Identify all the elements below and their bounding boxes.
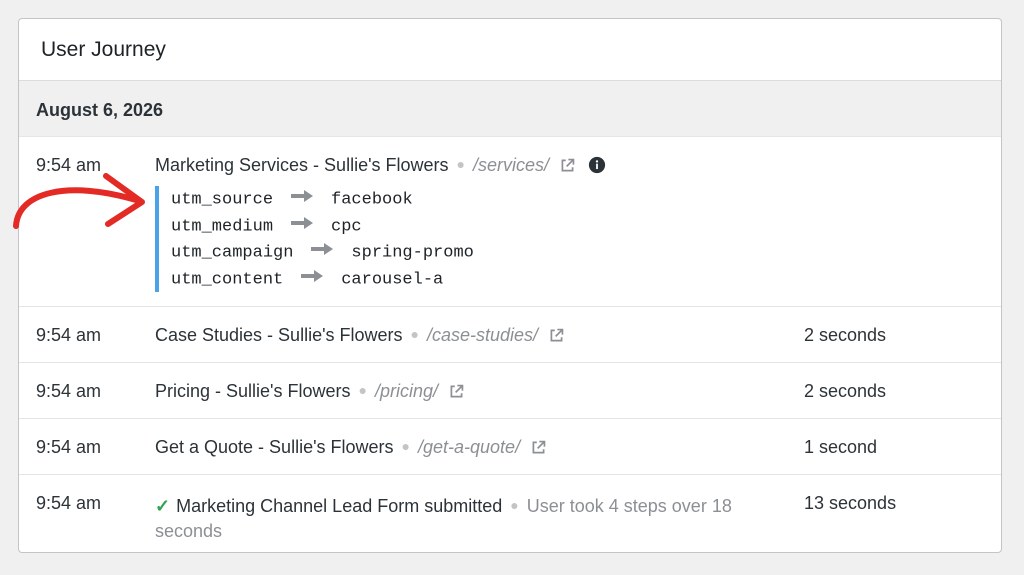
utm-key: utm_content <box>171 270 284 290</box>
utm-value: carousel-a <box>341 270 444 290</box>
submission-line: ✓ Marketing Channel Lead Form submitted ● U… <box>155 493 785 544</box>
step-time: 9:54 am <box>36 493 102 513</box>
journey-row: 9:54 am Marketing Services - Sullie's Fl… <box>19 137 1001 307</box>
step-duration: 2 seconds <box>804 325 887 345</box>
external-link-icon[interactable] <box>530 439 547 461</box>
step-title-line: Case Studies - Sullie's Flowers ● /case-st… <box>155 325 565 349</box>
separator-dot: ● <box>510 497 519 513</box>
step-title: Pricing - Sullie's Flowers <box>155 381 351 401</box>
info-icon[interactable] <box>588 156 606 179</box>
right-arrow-icon <box>301 266 324 293</box>
utm-param: utm_campaign spring-promo <box>171 239 474 266</box>
step-duration: 13 seconds <box>804 493 897 513</box>
separator-dot: ● <box>401 438 410 454</box>
utm-key: utm_source <box>171 190 274 210</box>
separator-dot: ● <box>456 156 465 172</box>
step-title: Get a Quote - Sullie's Flowers <box>155 437 394 457</box>
utm-key: utm_medium <box>171 217 274 237</box>
journey-date: August 6, 2026 <box>36 100 164 120</box>
journey-row: 9:54 am Case Studies - Sullie's Flowers ●… <box>19 307 1001 363</box>
checkmark-icon: ✓ <box>155 496 171 516</box>
panel-header: User Journey <box>19 19 1001 81</box>
submission-title: Marketing Channel Lead Form submitted <box>176 496 503 516</box>
step-time: 9:54 am <box>36 437 102 457</box>
separator-dot: ● <box>358 382 367 398</box>
step-path: /services/ <box>473 155 550 175</box>
step-time: 9:54 am <box>36 325 102 345</box>
panel-title: User Journey <box>41 38 166 61</box>
right-arrow-icon <box>311 239 334 266</box>
date-header: August 6, 2026 <box>19 81 1001 137</box>
step-duration: 2 seconds <box>804 381 887 401</box>
step-time: 9:54 am <box>36 381 102 401</box>
external-link-icon[interactable] <box>448 383 465 405</box>
step-path: /get-a-quote/ <box>418 437 521 457</box>
right-arrow-icon <box>291 186 314 213</box>
step-duration: 1 second <box>804 437 878 457</box>
right-arrow-icon <box>291 213 314 240</box>
step-title-line: Pricing - Sullie's Flowers ● /pricing/ <box>155 381 465 405</box>
step-title: Case Studies - Sullie's Flowers <box>155 325 403 345</box>
annotation-arrow-icon <box>13 173 145 229</box>
journey-row-submission: 9:54 am ✓ Marketing Channel Lead Form sub… <box>19 475 1001 552</box>
utm-parameters: utm_source facebook utm_medium cpc utm_cam… <box>155 186 474 292</box>
utm-value: facebook <box>331 190 413 210</box>
step-title-line: Get a Quote - Sullie's Flowers ● /get-a-qu… <box>155 437 547 461</box>
utm-value: cpc <box>331 217 362 237</box>
utm-param: utm_medium cpc <box>171 213 474 240</box>
separator-dot: ● <box>410 326 419 342</box>
journey-row: 9:54 am Pricing - Sullie's Flowers ● /pric… <box>19 363 1001 419</box>
journey-row: 9:54 am Get a Quote - Sullie's Flowers ● /… <box>19 419 1001 475</box>
step-title-line: Marketing Services - Sullie's Flowers ● /s… <box>155 155 606 179</box>
utm-value: spring-promo <box>351 243 474 263</box>
utm-param: utm_content carousel-a <box>171 266 474 293</box>
step-title: Marketing Services - Sullie's Flowers <box>155 155 449 175</box>
utm-param: utm_source facebook <box>171 186 474 213</box>
utm-key: utm_campaign <box>171 243 294 263</box>
step-path: /case-studies/ <box>427 325 539 345</box>
external-link-icon[interactable] <box>548 327 565 349</box>
user-journey-panel: User Journey August 6, 2026 9:54 am Mark… <box>18 18 1002 553</box>
external-link-icon[interactable] <box>559 157 576 179</box>
step-path: /pricing/ <box>374 381 438 401</box>
